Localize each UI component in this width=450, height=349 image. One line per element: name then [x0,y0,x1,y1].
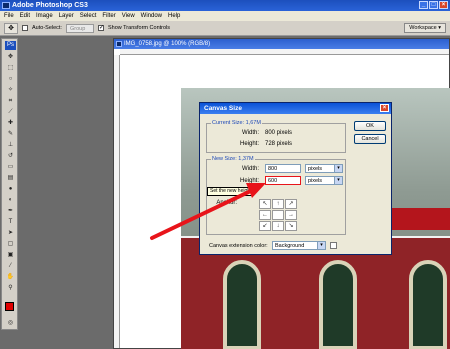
arrow-shaft [150,186,259,240]
red-annotation-arrow [150,183,266,240]
arrow-head-icon [246,183,266,198]
photoshop-app: Adobe Photoshop CS3 _ □ × File Edit Imag… [0,0,450,349]
